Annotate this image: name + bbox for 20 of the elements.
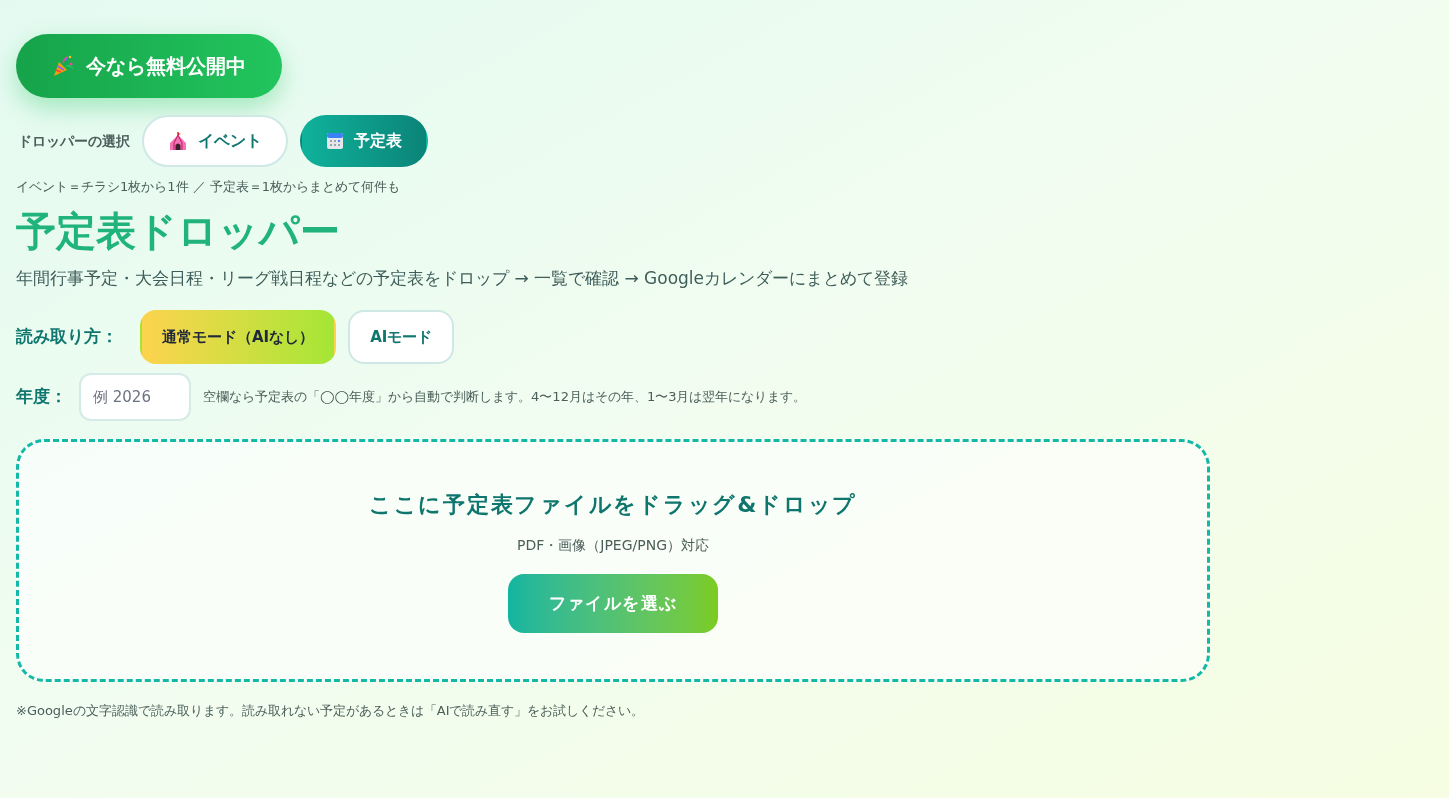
ocr-footnote: ※Googleの文字認識で読み取ります。読み取れない予定があるときは「AIで読み直す」をお試しください。 xyxy=(16,702,646,720)
file-drop-zone[interactable]: ここに予定表ファイルをドラッグ&ドロップ PDF・画像（JPEG/PNG）対応 ファイルを選ぶ xyxy=(16,439,1210,682)
reading-mode-option[interactable]: 通常モード（AIなし） xyxy=(140,310,337,364)
calendar-icon xyxy=(326,132,344,150)
drop-zone-title: ここに予定表ファイルをドラッグ&ドロップ xyxy=(368,491,858,519)
year-input-field[interactable]: 例 2026 xyxy=(79,373,191,421)
page-title: 予定表ドロッパー xyxy=(16,206,340,256)
page-subtitle: 年間行事予定・大会日程・リーグ戦日程などの予定表をドロップ → 一覧で確認 → Googleカレンダーにまとめて登録 xyxy=(16,266,910,290)
reading-mode-label: 読み取り方： xyxy=(16,325,118,349)
dropper-note: イベント＝チラシ1枚から1件 ／ 予定表＝1枚からまとめて何件も xyxy=(16,178,402,196)
year-label: 年度： xyxy=(16,385,67,409)
badge-label: 今なら無料公開中 xyxy=(86,53,246,80)
dropper-option-tab[interactable]: 予定表 xyxy=(300,115,428,167)
dropper-select-label: ドロッパーの選択 xyxy=(18,131,130,151)
tent-icon xyxy=(168,131,188,151)
year-hint: 空欄なら予定表の「◯◯年度」から自動で判断します。4〜12月はその年、1〜3月は翌年になります。 xyxy=(203,388,807,407)
party-popper-icon xyxy=(52,55,74,77)
dropper-option-tab[interactable]: イベント xyxy=(142,115,288,167)
supported-formats: PDF・画像（JPEG/PNG）対応 xyxy=(517,536,709,555)
reading-mode-option[interactable]: AIモード xyxy=(348,310,455,364)
